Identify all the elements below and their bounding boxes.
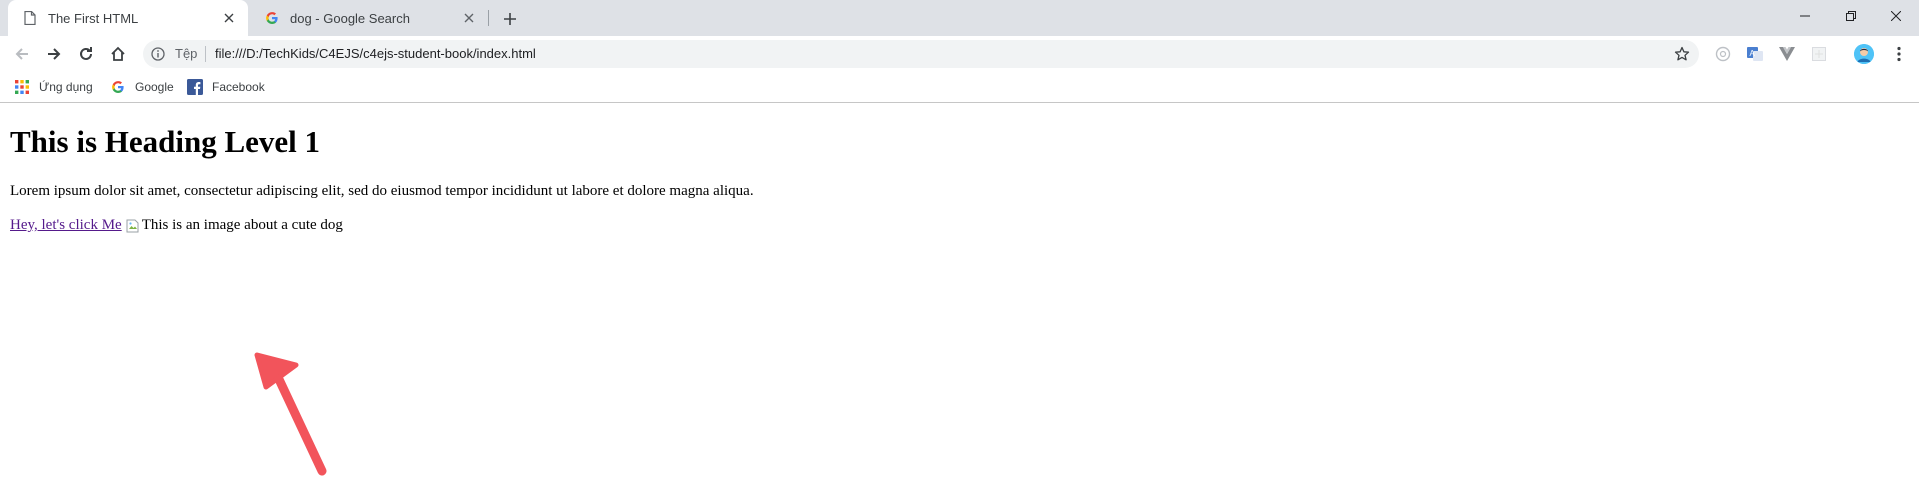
translate-extension-icon[interactable]: A bbox=[1745, 44, 1765, 64]
facebook-icon bbox=[187, 79, 203, 95]
bookmark-facebook[interactable]: Facebook bbox=[187, 78, 265, 96]
close-tab-icon[interactable] bbox=[218, 7, 240, 29]
broken-image-icon bbox=[126, 219, 139, 232]
plus-icon bbox=[504, 13, 516, 25]
chip-separator bbox=[205, 46, 206, 62]
close-icon bbox=[1891, 11, 1901, 21]
info-icon[interactable] bbox=[150, 46, 166, 62]
lorem-paragraph: Lorem ipsum dolor sit amet, consectetur … bbox=[10, 183, 754, 199]
annotation-arrow bbox=[254, 352, 327, 476]
minimize-icon bbox=[1800, 15, 1810, 17]
bookmark-apps[interactable]: Ứng dụng bbox=[14, 78, 93, 96]
svg-text:A: A bbox=[1750, 49, 1756, 58]
page-heading: This is Heading Level 1 bbox=[10, 124, 321, 159]
google-g-icon bbox=[264, 10, 280, 26]
bookmark-label: Google bbox=[135, 80, 174, 94]
google-g-icon bbox=[110, 79, 126, 95]
bookmark-label: Ứng dụng bbox=[39, 80, 93, 94]
reload-icon bbox=[80, 47, 92, 60]
security-chip[interactable]: Tệp bbox=[175, 46, 197, 62]
bookmarks-bar: Ứng dụng Google Facebook bbox=[0, 72, 1919, 103]
profile-avatar[interactable] bbox=[1854, 44, 1874, 64]
extension-square-icon[interactable] bbox=[1809, 44, 1829, 64]
vue-devtools-icon[interactable] bbox=[1777, 44, 1797, 64]
extension-circle-icon[interactable] bbox=[1713, 44, 1733, 64]
more-menu-icon[interactable] bbox=[1889, 44, 1909, 64]
url-text[interactable]: file:///D:/TechKids/C4EJS/c4ejs-student-… bbox=[215, 46, 536, 62]
home-button[interactable] bbox=[104, 40, 132, 68]
link-image-line: Hey, let's click Me This is an image abo… bbox=[10, 217, 343, 234]
bookmark-label: Facebook bbox=[212, 80, 265, 94]
browser-toolbar: Tệp file:///D:/TechKids/C4EJS/c4ejs-stud… bbox=[0, 36, 1919, 72]
new-tab-button[interactable] bbox=[497, 6, 523, 32]
tab-title: dog - Google Search bbox=[290, 10, 410, 26]
forward-arrow-icon bbox=[48, 48, 61, 60]
document-icon bbox=[22, 10, 38, 26]
restore-button[interactable] bbox=[1828, 0, 1874, 32]
tab-strip: The First HTML dog - Google Search bbox=[0, 0, 1919, 36]
back-button[interactable] bbox=[8, 40, 36, 68]
minimize-button[interactable] bbox=[1782, 0, 1828, 32]
back-arrow-icon bbox=[15, 48, 28, 60]
click-me-link[interactable]: Hey, let's click Me bbox=[10, 217, 122, 234]
page-content: This is Heading Level 1 Lorem ipsum dolo… bbox=[0, 103, 1919, 476]
bookmark-google[interactable]: Google bbox=[110, 78, 174, 96]
forward-button[interactable] bbox=[40, 40, 68, 68]
address-bar[interactable]: Tệp file:///D:/TechKids/C4EJS/c4ejs-stud… bbox=[143, 40, 1699, 68]
close-window-button[interactable] bbox=[1873, 0, 1919, 32]
reload-button[interactable] bbox=[72, 40, 100, 68]
broken-dog-image: This is an image about a cute dog bbox=[126, 217, 343, 234]
close-tab-icon[interactable] bbox=[458, 7, 480, 29]
image-alt-text: This is an image about a cute dog bbox=[141, 217, 343, 233]
tab-the-first-html[interactable]: The First HTML bbox=[8, 0, 248, 36]
home-icon bbox=[111, 46, 125, 61]
restore-icon bbox=[1846, 11, 1856, 21]
tab-title: The First HTML bbox=[48, 10, 139, 26]
bookmark-star-icon[interactable] bbox=[1673, 45, 1691, 63]
apps-grid-icon bbox=[14, 79, 30, 95]
tab-dog-google-search[interactable]: dog - Google Search bbox=[250, 0, 488, 36]
tab-separator bbox=[488, 10, 489, 26]
